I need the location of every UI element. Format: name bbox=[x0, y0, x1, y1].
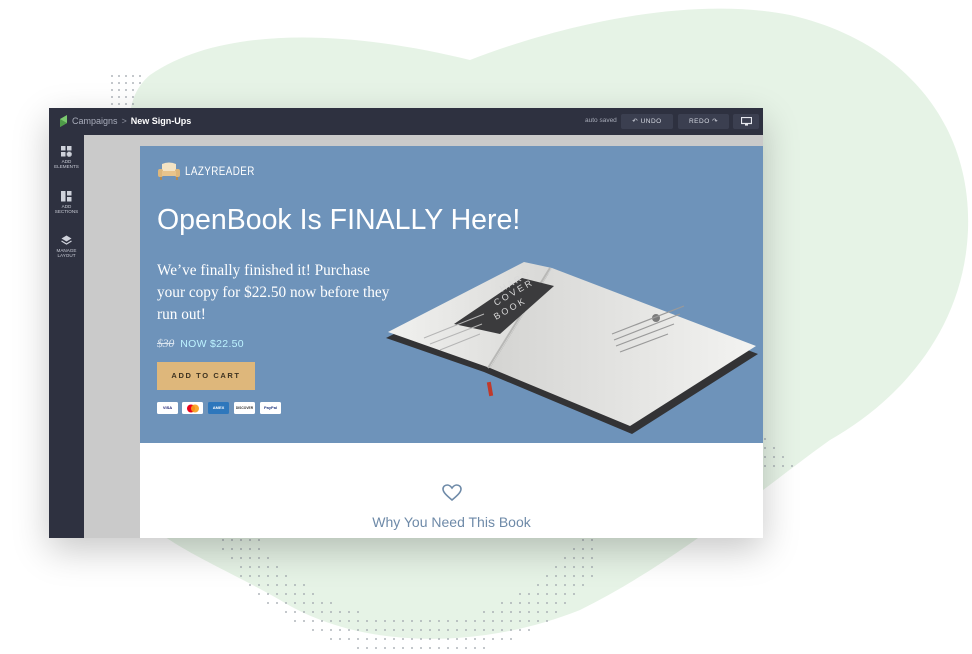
hero-subcopy: We’ve finally finished it! Purchase your… bbox=[157, 262, 390, 323]
brand-logo: LAZYREADER bbox=[157, 162, 254, 185]
sidebar-label-line2: ELEMENTS bbox=[54, 164, 79, 170]
brand-name: LAZYREADER bbox=[185, 164, 255, 178]
add-elements-icon bbox=[61, 146, 72, 157]
breadcrumb-separator: > bbox=[121, 116, 127, 126]
add-to-cart-button[interactable]: ADD TO CART bbox=[157, 362, 255, 390]
price-row: $30 NOW $22.50 bbox=[157, 338, 244, 350]
sidebar-item-add-sections[interactable]: ADD SECTIONS bbox=[49, 191, 84, 215]
paypal-card-icon: PayPal bbox=[260, 402, 281, 414]
now-price: NOW $22.50 bbox=[180, 338, 244, 350]
sidebar-item-manage-layout[interactable]: MANAGE LAYOUT bbox=[49, 235, 84, 259]
book-mockup-image: H A R D C O V E R B O O K bbox=[386, 262, 758, 434]
landing-page-preview: LAZYREADER OpenBook Is FINALLY Here! We’… bbox=[140, 146, 763, 538]
breadcrumb: Campaigns > New Sign-Ups bbox=[72, 116, 191, 126]
undo-label: UNDO bbox=[640, 118, 662, 125]
redo-button[interactable]: REDO ↷ bbox=[678, 114, 729, 129]
breadcrumb-current: New Sign-Ups bbox=[130, 116, 192, 126]
editor-window: Campaigns > New Sign-Ups auto saved ↶ UNDO… bbox=[49, 108, 763, 538]
autosave-status: auto saved bbox=[585, 117, 617, 124]
undo-icon: ↶ bbox=[632, 118, 639, 125]
amex-card-icon: AMEX bbox=[208, 402, 229, 414]
sidebar-label-line2: LAYOUT bbox=[57, 253, 76, 259]
monitor-icon bbox=[740, 116, 752, 126]
hero-headline: OpenBook Is FINALLY Here! bbox=[157, 204, 521, 236]
breadcrumb-campaigns-link[interactable]: Campaigns bbox=[72, 116, 118, 126]
hero-section[interactable]: LAZYREADER OpenBook Is FINALLY Here! We’… bbox=[140, 146, 763, 443]
sidebar-item-add-elements[interactable]: ADD ELEMENTS bbox=[49, 146, 84, 170]
armchair-icon bbox=[158, 162, 180, 180]
layers-icon bbox=[61, 235, 72, 245]
preview-button[interactable] bbox=[733, 114, 759, 129]
visa-card-icon: VISA bbox=[157, 402, 178, 414]
old-price: $30 bbox=[157, 338, 175, 350]
mastercard-icon bbox=[182, 402, 203, 414]
redo-label: REDO bbox=[688, 118, 710, 125]
redo-icon: ↷ bbox=[712, 118, 719, 125]
section-heading: Why You Need This Book bbox=[372, 514, 531, 530]
discover-card-icon: DISCOVER bbox=[234, 402, 255, 414]
editor-sidebar: ADD ELEMENTS ADD SECTIONS MANAGE LAYOUT bbox=[49, 135, 84, 538]
app-logo-icon[interactable] bbox=[59, 115, 68, 127]
heart-icon bbox=[442, 484, 462, 502]
add-sections-icon bbox=[61, 191, 72, 202]
sidebar-label-line2: SECTIONS bbox=[54, 209, 79, 215]
undo-button[interactable]: ↶ UNDO bbox=[621, 114, 673, 129]
editor-topbar: Campaigns > New Sign-Ups auto saved ↶ UNDO… bbox=[49, 108, 763, 135]
